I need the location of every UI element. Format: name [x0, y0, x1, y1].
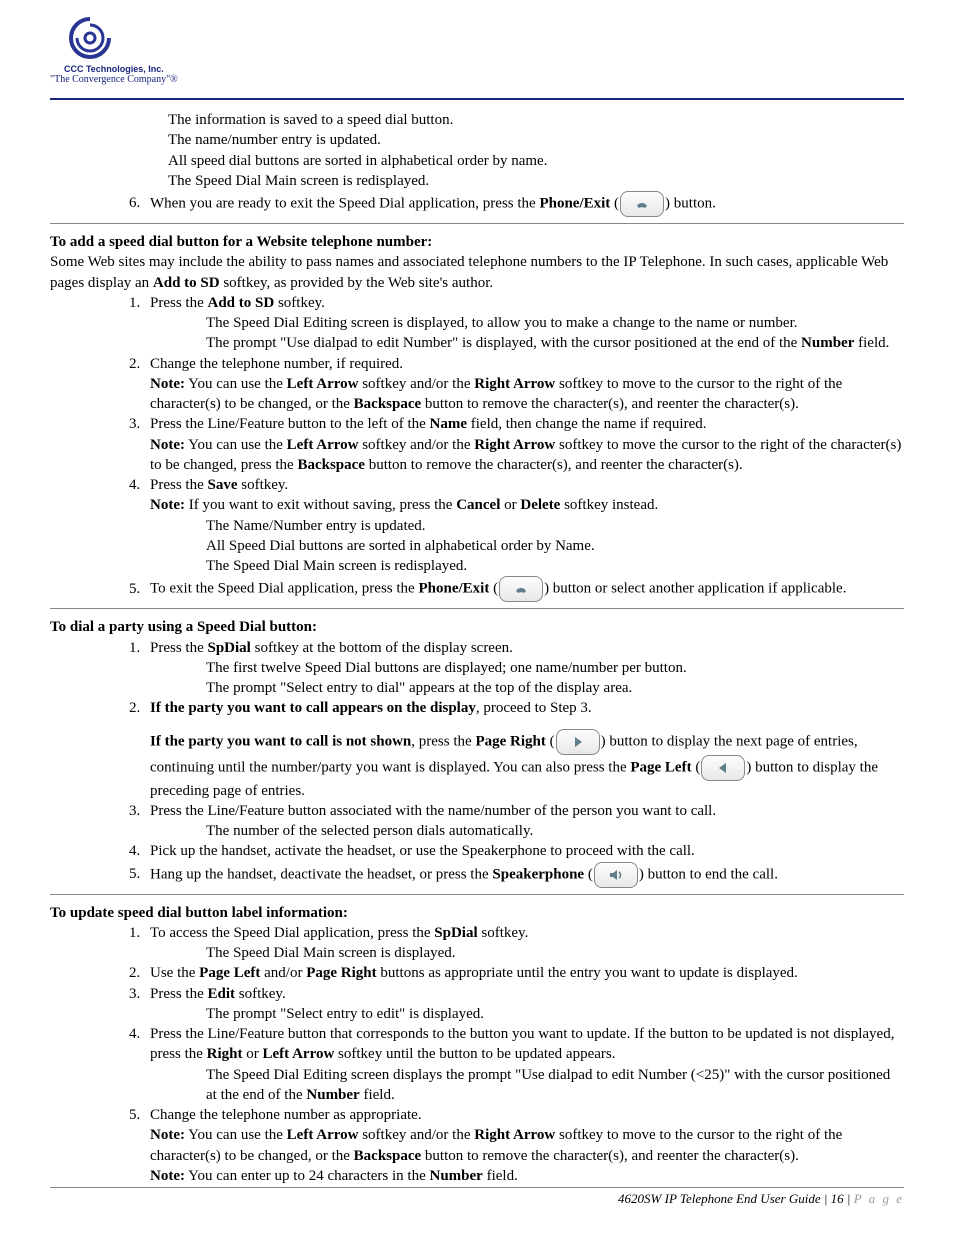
logo: CCC Technologies, Inc. "The Convergence …: [50, 14, 178, 85]
step-a3: Press the Line/Feature button to the lef…: [144, 414, 904, 475]
step-b4: Pick up the handset, activate the headse…: [144, 841, 904, 861]
step-c4: Press the Line/Feature button that corre…: [144, 1024, 904, 1105]
step-a5: To exit the Speed Dial application, pres…: [144, 576, 904, 602]
logo-tagline: "The Convergence Company"®: [50, 74, 178, 85]
section-a-intro: Some Web sites may include the ability t…: [50, 252, 904, 293]
step-a1: Press the Add to SD softkey. The Speed D…: [144, 293, 904, 354]
section-divider: [50, 894, 904, 895]
section-a-heading: To add a speed dial button for a Website…: [50, 234, 432, 250]
step-c2: Use the Page Left and/or Page Right butt…: [144, 963, 904, 983]
step-b1: Press the SpDial softkey at the bottom o…: [144, 638, 904, 699]
step-c3: Press the Edit softkey. The prompt "Sele…: [144, 984, 904, 1025]
speakerphone-icon: [594, 862, 638, 888]
phone-exit-icon: [620, 191, 664, 217]
footer-divider: [50, 1187, 904, 1188]
intro-sub-line-4: The Speed Dial Main screen is redisplaye…: [168, 171, 904, 191]
intro-sub-line-3: All speed dial buttons are sorted in alp…: [168, 151, 904, 171]
step-b5: Hang up the handset, deactivate the head…: [144, 862, 904, 888]
phone-exit-icon: [499, 576, 543, 602]
section-divider: [50, 223, 904, 224]
logo-company-name: CCC Technologies, Inc.: [50, 64, 178, 74]
step-a4: Press the Save softkey. Note: If you wan…: [144, 475, 904, 576]
intro-sub-line-2: The name/number entry is updated.: [168, 130, 904, 150]
logo-swirl-icon: [50, 14, 130, 62]
footer-page-word: P a g e: [854, 1191, 904, 1206]
intro-sub-line-1: The information is saved to a speed dial…: [168, 110, 904, 130]
step-c5: Change the telephone number as appropria…: [144, 1105, 904, 1186]
intro-step-6: When you are ready to exit the Speed Dia…: [144, 191, 904, 217]
document-body: The information is saved to a speed dial…: [50, 110, 904, 1186]
section-b-heading: To dial a party using a Speed Dial butto…: [50, 619, 317, 635]
section-divider: [50, 608, 904, 609]
section-c-heading: To update speed dial button label inform…: [50, 905, 348, 921]
step-a2: Change the telephone number, if required…: [144, 354, 904, 415]
step-b3: Press the Line/Feature button associated…: [144, 801, 904, 842]
header-divider: [50, 98, 904, 100]
step-c1: To access the Speed Dial application, pr…: [144, 923, 904, 964]
footer-guide-title: 4620SW IP Telephone End User Guide | 16 …: [618, 1191, 854, 1206]
page-right-icon: [556, 729, 600, 755]
page-left-icon: [701, 755, 745, 781]
page-footer: 4620SW IP Telephone End User Guide | 16 …: [50, 1180, 904, 1208]
step-b2: If the party you want to call appears on…: [144, 698, 904, 801]
